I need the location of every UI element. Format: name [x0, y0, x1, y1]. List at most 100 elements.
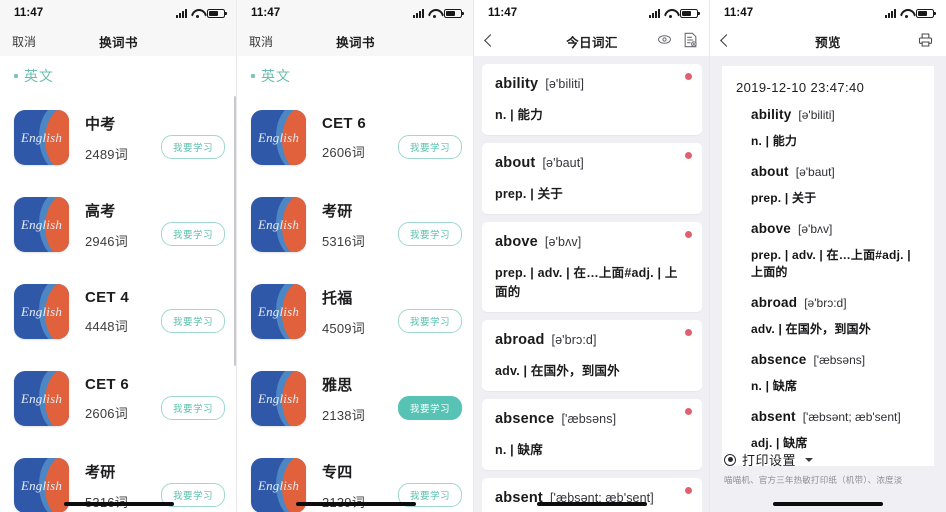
bullet-icon — [14, 74, 18, 78]
book-info: 雅思 2138词 — [306, 374, 398, 424]
vocabulary-card[interactable]: ability [ə'biliti] n. | 能力 — [482, 64, 702, 135]
section-label: 英文 — [24, 68, 54, 84]
book-cover-label: English — [20, 129, 63, 145]
vocabulary-card[interactable]: absent['æbsənt; æb'sent]adj. | 缺席 — [482, 478, 702, 512]
status-indicators — [176, 8, 227, 18]
status-dot-icon[interactable] — [685, 73, 692, 80]
status-dot-icon[interactable] — [685, 329, 692, 336]
battery-icon — [444, 8, 464, 18]
preview-phonetic: [ə'brɔ:d] — [804, 296, 847, 310]
nav-bar: 今日词汇 — [474, 26, 710, 56]
preview-word: absence — [751, 352, 807, 367]
vocabulary-word: absence — [495, 411, 555, 427]
study-button[interactable]: 我要学习 — [397, 308, 462, 333]
book-list-item[interactable]: English CET 6 2606词 我要学习 — [237, 94, 474, 181]
status-dot-icon[interactable] — [685, 152, 692, 159]
home-indicator — [295, 502, 416, 506]
vocabulary-card[interactable]: about [ə'baut] prep. | 关于 — [482, 143, 702, 214]
book-cover: English — [251, 284, 306, 339]
status-time: 11:47 — [14, 7, 44, 19]
print-settings-subtitle: 喵喵机、官方三年热敏打印纸（机带）、浓度淡 — [724, 475, 903, 485]
preview-definition: n. | 缺席 — [751, 379, 798, 393]
study-button[interactable]: 我要学习 — [160, 134, 225, 159]
home-indicator — [773, 502, 883, 506]
book-list-item[interactable]: English 雅思 2138词 我要学习 — [237, 355, 474, 442]
preview-word: abroad — [751, 295, 798, 310]
book-cover-label: English — [257, 390, 300, 406]
book-list-item[interactable]: English 托福 4509词 我要学习 — [237, 268, 474, 355]
vocabulary-phonetic: [ə'bʌv] — [544, 235, 582, 249]
vocabulary-word: abroad — [495, 332, 545, 348]
signal-bars-icon — [413, 8, 424, 18]
print-timestamp: 2019-12-10 23:47:40 — [736, 80, 865, 95]
book-cover: English — [251, 197, 306, 252]
status-indicators — [649, 8, 700, 18]
vocabulary-card[interactable]: abroad [ə'brɔ:d] adv. | 在国外，到国外 — [482, 320, 702, 391]
eye-icon[interactable] — [657, 32, 672, 50]
vocabulary-definition: adv. | 在国外，到国外 — [495, 364, 620, 378]
book-list-item[interactable]: English CET 6 2606词 我要学习 — [0, 355, 237, 442]
book-word-count: 2606词 — [85, 405, 128, 421]
book-list-item[interactable]: English CET 4 4448词 我要学习 — [0, 268, 237, 355]
preview-entry: abroad [ə'brɔ:d] adv. | 在国外，到国外 — [736, 294, 918, 337]
section-header-english: 英文 — [237, 56, 474, 94]
home-indicator — [63, 502, 174, 506]
study-button[interactable]: 我要学习 — [397, 134, 462, 159]
panel-change-wordbook-1: 11:47 取消 换词书 英文 English 中考 2489词 我要学习 Englis… — [0, 0, 237, 512]
status-dot-icon[interactable] — [685, 487, 692, 494]
wifi-icon — [900, 9, 912, 18]
preview-area[interactable]: 2019-12-10 23:47:40 ability [ə'biliti] n. … — [710, 56, 946, 512]
preview-headline: abroad [ə'brɔ:d] — [751, 294, 918, 312]
book-list-item[interactable]: English 中考 2489词 我要学习 — [0, 94, 237, 181]
preview-phonetic: [ə'bʌv] — [798, 222, 833, 236]
printer-icon[interactable] — [917, 32, 934, 51]
vocabulary-card-list[interactable]: ability [ə'biliti] n. | 能力 about [ə'baut] pre… — [474, 56, 710, 512]
panel-change-wordbook-2: 11:47 取消 换词书 英文 English CET 6 2606词 我要学习 Eng… — [237, 0, 474, 512]
back-button[interactable] — [484, 34, 497, 48]
vocabulary-definition: n. | 能力 — [495, 108, 543, 122]
cancel-button[interactable]: 取消 — [249, 33, 273, 50]
book-list-item[interactable]: English 高考 2946词 我要学习 — [0, 181, 237, 268]
book-list-1[interactable]: 英文 English 中考 2489词 我要学习 English 高考 2946词 我要学习 E… — [0, 56, 237, 512]
vocabulary-card[interactable]: absence ['æbsəns] n. | 缺席 — [482, 399, 702, 470]
vocabulary-definition: prep. | 关于 — [495, 187, 564, 201]
signal-bars-icon — [176, 8, 187, 18]
study-button[interactable]: 我要学习 — [160, 221, 225, 246]
book-cover-label: English — [20, 216, 63, 232]
book-word-count: 5316词 — [322, 233, 365, 249]
study-button[interactable]: 我要学习 — [160, 308, 225, 333]
preview-headline: ability [ə'biliti] — [751, 106, 918, 124]
preview-phonetic: ['æbsəns] — [813, 353, 866, 367]
preview-word: about — [751, 164, 789, 179]
status-dot-icon[interactable] — [685, 231, 692, 238]
book-info: 考研 5316词 — [306, 200, 398, 250]
book-info: CET 4 4448词 — [69, 289, 161, 335]
study-button[interactable]: 我要学习 — [397, 221, 462, 246]
book-word-count: 5316词 — [85, 492, 161, 511]
book-cover-label: English — [257, 477, 300, 493]
book-cover: English — [251, 110, 306, 165]
book-word-count: 4448词 — [85, 318, 128, 334]
study-button[interactable]: 我要学习 — [160, 395, 225, 420]
cancel-button[interactable]: 取消 — [12, 33, 36, 50]
chevron-down-icon[interactable] — [805, 457, 814, 462]
print-settings-row[interactable]: 打印设置 喵喵机、官方三年热敏打印纸（机带）、浓度淡 — [710, 450, 946, 486]
preview-headline: above [ə'bʌv] — [751, 220, 918, 238]
nav-bar: 预览 — [710, 26, 946, 56]
status-dot-icon[interactable] — [685, 408, 692, 415]
battery-icon — [916, 8, 936, 18]
vocabulary-phonetic: [ə'baut] — [542, 156, 584, 170]
vocabulary-headline: absence ['æbsəns] — [495, 410, 689, 428]
book-list-2[interactable]: 英文 English CET 6 2606词 我要学习 English 考研 5316词 我要… — [237, 56, 474, 512]
back-button[interactable] — [720, 34, 733, 48]
radio-selected-icon[interactable] — [724, 453, 736, 466]
bullet-icon — [251, 74, 255, 78]
study-button[interactable]: 我要学习 — [397, 395, 462, 420]
book-word-count: 2489词 — [85, 146, 128, 162]
document-preview-icon[interactable] — [683, 32, 698, 51]
book-name: CET 6 — [85, 375, 130, 393]
book-cover: English — [14, 110, 69, 165]
book-list-item[interactable]: English 考研 5316词 我要学习 — [237, 181, 474, 268]
vocabulary-card[interactable]: above [ə'bʌv] prep. | adv. | 在…上面#adj. | 上… — [482, 222, 702, 312]
nav-bar: 取消 换词书 — [237, 26, 474, 56]
